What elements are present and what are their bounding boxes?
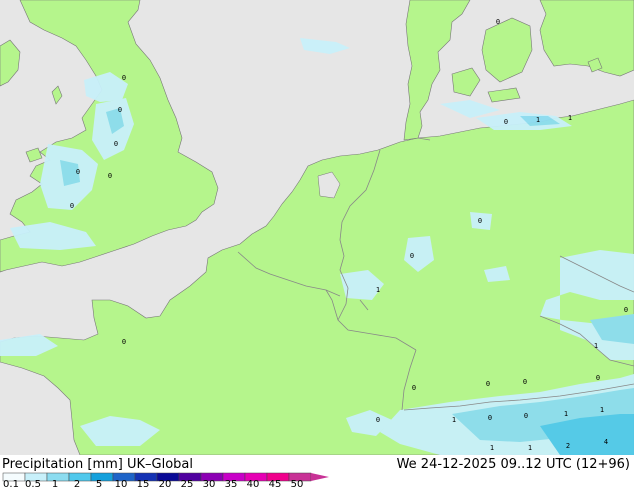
precipitation-map: 0 0 0 0 0 0 0 0 0 1 1 0 0 1 0 1 0 0 0 0 0 1 0 0 1 1 1 1 2 4 <box>0 0 634 455</box>
map-point-value: 0 <box>410 252 414 260</box>
scale-label: 10 <box>114 479 128 490</box>
map-point-value: 0 <box>596 374 600 382</box>
map-point-value: 0 <box>70 202 74 210</box>
scale-label: 1 <box>51 479 59 490</box>
scale-label: 20 <box>158 479 172 490</box>
map-point-value: 1 <box>600 406 604 414</box>
map-point-value: 1 <box>452 416 456 424</box>
scale-label: 35 <box>224 479 238 490</box>
map-point-value: 0 <box>496 18 500 26</box>
scale-label: 5 <box>95 479 103 490</box>
scale-label: 50 <box>290 479 304 490</box>
map-point-value: 0 <box>488 414 492 422</box>
map-point-value: 1 <box>528 444 532 452</box>
scale-label: 30 <box>202 479 216 490</box>
map-point-value: 1 <box>536 116 540 124</box>
scale-label: 0.1 <box>3 479 19 490</box>
map-point-value: 0 <box>524 412 528 420</box>
map-point-value: 1 <box>376 286 380 294</box>
scale-label: 25 <box>180 479 194 490</box>
map-point-value: 1 <box>594 342 598 350</box>
map-point-value: 0 <box>486 380 490 388</box>
scale-label: 15 <box>136 479 150 490</box>
map-point-value: 0 <box>118 106 122 114</box>
map-point-value: 0 <box>114 140 118 148</box>
scale-label: 45 <box>268 479 282 490</box>
forecast-time: We 24-12-2025 09..12 UTC (12+96) <box>396 457 630 472</box>
map-point-value: 0 <box>76 168 80 176</box>
map-point-value: 1 <box>568 114 572 122</box>
map-point-value: 0 <box>504 118 508 126</box>
map-point-value: 0 <box>523 378 527 386</box>
map-point-value: 0 <box>122 338 126 346</box>
map-point-value: 2 <box>566 442 570 450</box>
map-point-value: 0 <box>624 306 628 314</box>
map-title: Precipitation [mm] UK–Global <box>2 457 194 472</box>
scale-label: 40 <box>246 479 260 490</box>
map-point-value: 1 <box>564 410 568 418</box>
map-point-value: 1 <box>490 444 494 452</box>
map-canvas: 0 0 0 0 0 0 0 0 0 1 1 0 0 1 0 1 0 0 0 0 0 1 0 0 1 1 1 1 2 4 <box>0 0 634 455</box>
scale-label: 0.5 <box>25 479 41 490</box>
scale-label: 2 <box>73 479 81 490</box>
map-point-value: 0 <box>108 172 112 180</box>
map-point-value: 0 <box>376 416 380 424</box>
map-point-value: 0 <box>122 74 126 82</box>
map-footer: Precipitation [mm] UK–Global We 24-12-20… <box>0 455 634 490</box>
map-point-value: 0 <box>478 217 482 225</box>
land-sweden <box>539 0 634 77</box>
map-point-value: 0 <box>412 384 416 392</box>
map-point-value: 4 <box>604 438 608 446</box>
color-scale-labels: 0.1 0.5 1 2 5 10 15 20 25 30 35 40 45 50 <box>0 479 330 490</box>
